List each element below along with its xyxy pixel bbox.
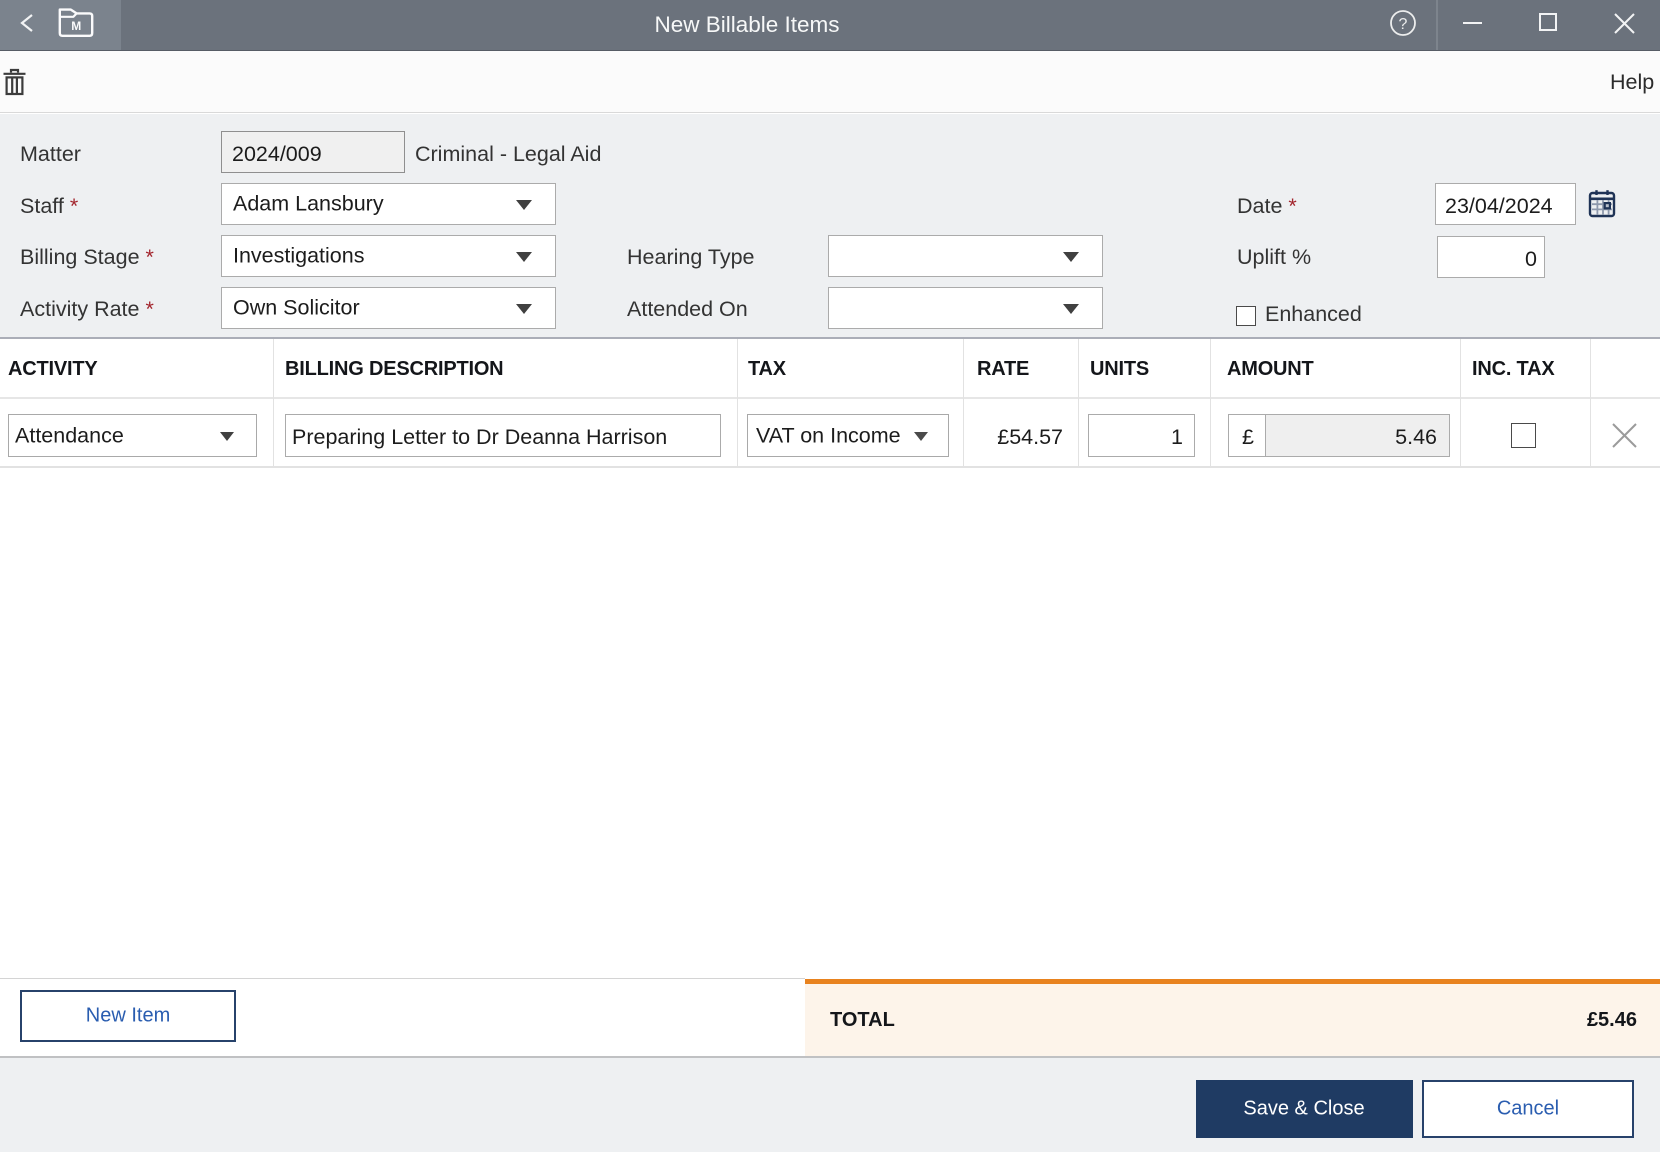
svg-text:?: ?	[1399, 16, 1408, 33]
svg-text:M: M	[71, 19, 81, 33]
